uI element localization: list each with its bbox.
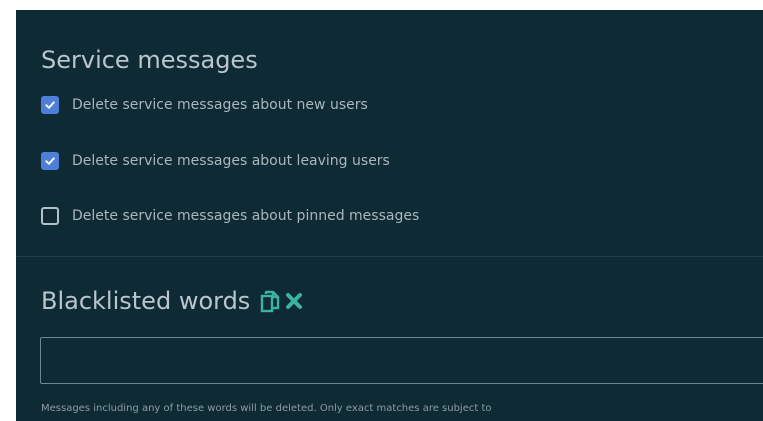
blacklisted-words-header: Blacklisted words	[41, 287, 306, 315]
blacklisted-words-title: Blacklisted words	[41, 287, 251, 315]
blacklist-actions	[258, 288, 306, 314]
blacklist-help-text: Messages including any of these words wi…	[41, 403, 492, 414]
checkbox-new-users[interactable]	[41, 96, 59, 114]
checkmark-icon	[45, 157, 55, 165]
clear-icon[interactable]	[282, 288, 306, 314]
settings-panel: Service messages Delete service messages…	[16, 10, 763, 421]
option-delete-new-users[interactable]: Delete service messages about new users	[41, 94, 368, 116]
option-label-pinned-messages: Delete service messages about pinned mes…	[72, 208, 420, 224]
option-label-leaving-users: Delete service messages about leaving us…	[72, 153, 390, 169]
option-delete-leaving-users[interactable]: Delete service messages about leaving us…	[41, 150, 390, 172]
blacklisted-words-input[interactable]	[40, 337, 763, 384]
checkbox-pinned-messages[interactable]	[41, 207, 59, 225]
option-label-new-users: Delete service messages about new users	[72, 97, 368, 113]
checkmark-icon	[45, 101, 55, 109]
service-messages-title: Service messages	[41, 46, 258, 74]
option-delete-pinned-messages[interactable]: Delete service messages about pinned mes…	[41, 205, 419, 227]
checkbox-leaving-users[interactable]	[41, 152, 59, 170]
section-divider	[16, 256, 763, 257]
copy-icon[interactable]	[258, 288, 282, 314]
